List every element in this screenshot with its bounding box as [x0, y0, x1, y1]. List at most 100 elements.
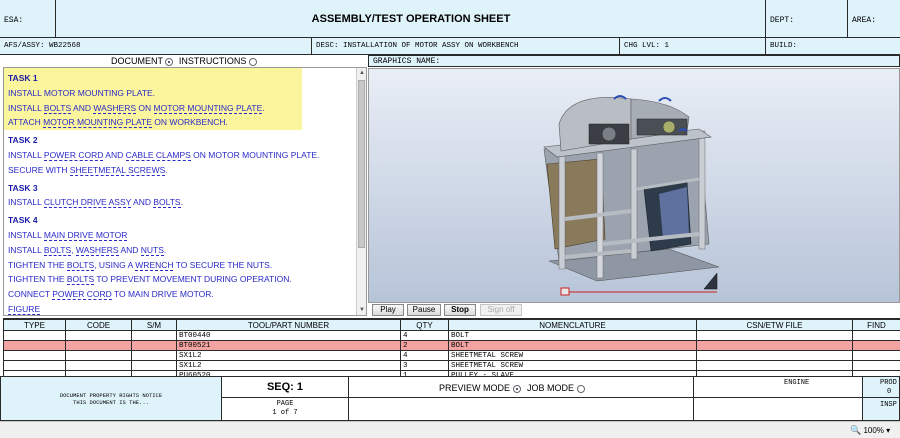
preview-mode-label: PREVIEW MODE	[439, 383, 511, 393]
part-link[interactable]: BOLTS	[43, 102, 72, 114]
part-link[interactable]: WASHERS	[93, 102, 137, 114]
table-cell: SHEETMETAL SCREW	[448, 360, 697, 371]
column-header[interactable]: QTY	[400, 319, 449, 331]
table-row[interactable]: BT00440 4 BOLT	[3, 330, 900, 341]
page-value: 1 of 7	[272, 409, 298, 417]
step-text: , USING A	[94, 259, 136, 270]
task-step: INSTALL POWER CORD AND CABLE CLAMPS ON M…	[8, 150, 319, 161]
insp-cell: INSP	[862, 397, 900, 421]
instructions-panel: TASK 1 INSTALL MOTOR MOUNTING PLATE. INSTA…	[3, 67, 367, 316]
part-link[interactable]: CABLE CLAMPS	[125, 150, 191, 161]
scroll-thumb[interactable]	[358, 80, 365, 248]
engine-label: ENGINE	[784, 379, 810, 387]
table-cell	[852, 350, 900, 361]
step-text: ON	[136, 102, 154, 113]
job-mode-radio[interactable]	[576, 384, 585, 393]
part-link[interactable]: BOLTS	[153, 197, 181, 209]
table-row[interactable]: SX1L2 3 SHEETMETAL SCREW	[3, 360, 900, 371]
task-step: SECURE WITH SHEETMETAL SCREWS.	[8, 164, 168, 176]
instructions-scrollbar[interactable]: ▲ ▼	[356, 68, 366, 315]
table-cell	[3, 360, 66, 371]
scroll-down-icon[interactable]: ▼	[358, 306, 366, 314]
part-link[interactable]: MAIN DRIVE MOTOR	[43, 230, 128, 241]
table-cell	[131, 360, 177, 371]
document-radio[interactable]	[165, 57, 174, 66]
column-header[interactable]: TYPE	[3, 319, 66, 331]
part-link[interactable]: SHEETMETAL SCREWS	[69, 164, 166, 176]
part-link[interactable]: WASHERS	[75, 244, 119, 256]
part-link[interactable]: WRENCH	[135, 259, 174, 271]
area-label: AREA:	[852, 16, 877, 25]
task-heading: TASK 2	[8, 135, 38, 146]
part-link[interactable]: NUTS	[140, 244, 164, 256]
step-text: ON WORKBENCH.	[151, 117, 228, 128]
table-row[interactable]: SX1L2 4 SHEETMETAL SCREW	[3, 350, 900, 361]
table-cell: 4	[400, 330, 449, 341]
table-cell	[852, 360, 900, 371]
instructions-radio[interactable]	[248, 57, 257, 66]
column-header[interactable]: FIND	[852, 319, 900, 331]
task-step: INSTALL MOTOR MOUNTING PLATE.	[8, 88, 155, 98]
task-heading: TASK 1	[8, 73, 38, 83]
page-label: PAGE	[276, 400, 294, 408]
part-link[interactable]: MOTOR MOUNTING PLATE	[43, 117, 152, 129]
step-text: INSTALL MOTOR MOUNTING PLATE.	[8, 87, 156, 98]
part-link[interactable]: CLUTCH DRIVE ASSY	[43, 197, 132, 209]
part-link[interactable]: FIGURE	[8, 304, 41, 315]
table-cell	[696, 350, 853, 361]
task-step: TIGHTEN THE BOLTS, USING A WRENCH TO SEC…	[8, 259, 273, 271]
chg-lvl-value: CHG LVL: 1	[624, 42, 670, 50]
column-header[interactable]: CODE	[65, 319, 132, 331]
preview-mode-radio[interactable]	[512, 384, 521, 393]
footer-bar: DOCUMENT PROPERTY RIGHTS NOTICE THIS DOC…	[0, 376, 900, 421]
page-title: ASSEMBLY/TEST OPERATION SHEET	[311, 13, 511, 25]
sign-off-button[interactable]: Sign off	[480, 304, 522, 316]
table-cell	[696, 360, 853, 371]
instructions-content: TASK 1 INSTALL MOTOR MOUNTING PLATE. INSTA…	[4, 68, 356, 315]
build-label: BUILD:	[770, 42, 798, 50]
play-button[interactable]: Play	[372, 304, 404, 316]
workbench-3d-model	[543, 95, 720, 296]
column-header[interactable]: S/M	[131, 319, 177, 331]
chg-lvl-cell: CHG LVL: 1	[620, 38, 766, 55]
step-text: ATTACH	[8, 117, 44, 128]
part-link[interactable]: BOLTS	[43, 244, 72, 256]
mode-spacer-cell	[348, 397, 694, 421]
zoom-control[interactable]: 🔍 100% ▾	[850, 425, 890, 436]
column-header[interactable]: CSN/ETW FILE	[696, 319, 853, 331]
scroll-up-icon[interactable]: ▲	[358, 69, 366, 77]
column-header[interactable]: NOMENCLATURE	[448, 319, 697, 331]
step-text: AND	[118, 244, 141, 255]
part-link[interactable]: MOTOR MOUNTING PLATE	[153, 102, 263, 114]
step-text: TO SECURE THE NUTS.	[173, 259, 273, 270]
mode-cell: PREVIEW MODE JOB MODE	[348, 376, 694, 398]
stop-button[interactable]: Stop	[444, 304, 476, 316]
pause-button[interactable]: Pause	[407, 304, 441, 316]
task-step: CONNECT POWER CORD TO MAIN DRIVE MOTOR.	[8, 289, 214, 301]
table-cell: BOLT	[448, 330, 697, 341]
insp-label: INSP	[880, 401, 897, 409]
afs-assy-cell: AFS/ASSY: WB22568	[0, 38, 312, 55]
description-value: DESC: INSTALLATION OF MOTOR ASSY ON WORK…	[316, 42, 519, 50]
instructions-label: INSTRUCTIONS	[178, 56, 247, 66]
afs-assy-value: AFS/ASSY: WB22568	[4, 42, 81, 50]
table-cell: BT00521	[176, 340, 401, 351]
table-cell	[131, 340, 177, 351]
table-row[interactable]: BT00521 2 BOLT	[3, 340, 900, 351]
part-link[interactable]: BOLTS	[66, 259, 95, 271]
graphics-viewport[interactable]	[368, 68, 900, 303]
column-header[interactable]: TOOL/PART NUMBER	[176, 319, 401, 331]
esa-cell: ESA:	[0, 0, 56, 38]
timeline-slider-handle[interactable]	[560, 287, 570, 296]
table-cell: SHEETMETAL SCREW	[448, 350, 697, 361]
table-header-row: TYPE CODE S/M TOOL/PART NUMBER QTY NOMENCLATU…	[3, 319, 900, 331]
part-link[interactable]: POWER CORD	[43, 150, 104, 161]
table-cell	[852, 340, 900, 351]
page-cell: PAGE 1 of 7	[221, 397, 349, 421]
build-cell: BUILD:	[766, 38, 900, 55]
table-cell: BT00440	[176, 330, 401, 341]
notice-cell: DOCUMENT PROPERTY RIGHTS NOTICE THIS DOC…	[0, 376, 222, 421]
part-link[interactable]: BOLTS	[66, 274, 95, 286]
part-link[interactable]: POWER CORD	[52, 289, 112, 301]
esa-label: ESA:	[4, 16, 24, 25]
